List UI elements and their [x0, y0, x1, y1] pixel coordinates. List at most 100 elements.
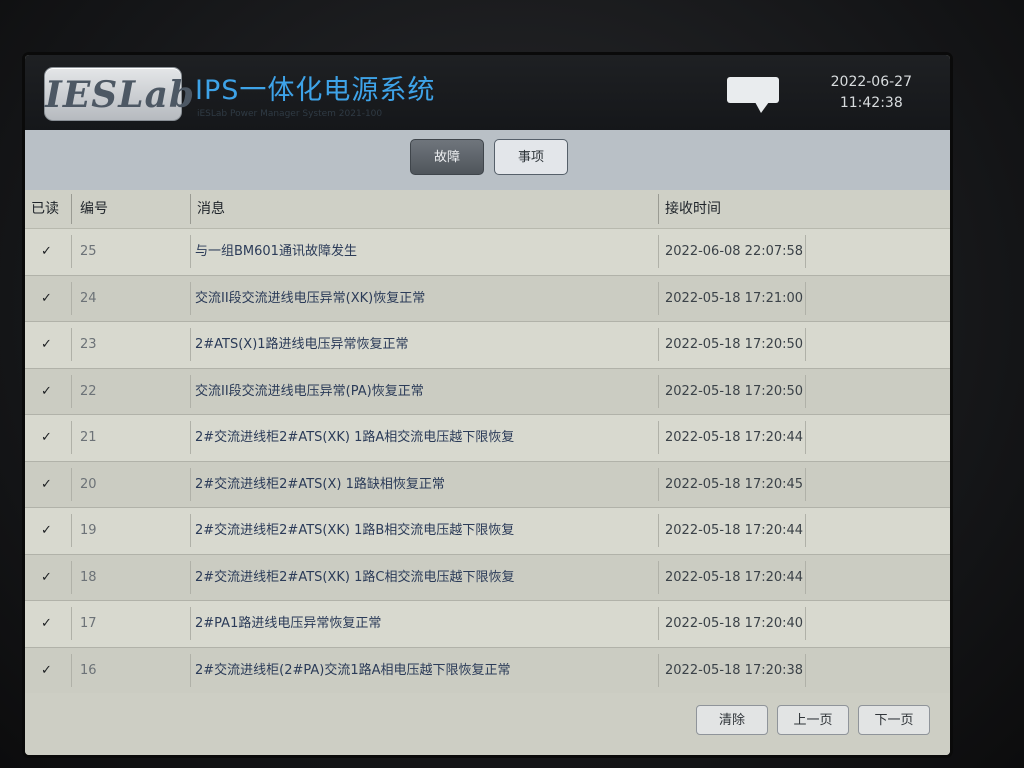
- row-number: 24: [80, 290, 97, 306]
- column-divider: [71, 194, 72, 224]
- read-check-icon: ✓: [41, 616, 52, 631]
- row-number: 20: [80, 476, 97, 492]
- row-divider: [71, 653, 72, 687]
- row-divider: [71, 374, 72, 408]
- row-divider: [805, 514, 806, 547]
- app-subtitle: iESLab Power Manager System 2021-100: [197, 109, 383, 119]
- table-row[interactable]: ✓ 20 2#交流进线柜2#ATS(X) 1路缺相恢复正常 2022-05-18…: [25, 461, 950, 508]
- read-check-icon: ✓: [41, 430, 52, 445]
- row-number: 25: [80, 244, 97, 259]
- row-divider: [71, 328, 72, 361]
- row-divider: [805, 374, 806, 408]
- table-row[interactable]: ✓ 19 2#交流进线柜2#ATS(XK) 1路B相交流电压越下限恢复 2022…: [25, 508, 950, 555]
- read-check-icon: ✓: [41, 290, 52, 306]
- clear-button[interactable]: 清除: [696, 705, 768, 735]
- ieslab-logo: IESLab: [44, 67, 194, 121]
- row-message: 2#交流进线柜2#ATS(XK) 1路B相交流电压越下限恢复: [195, 523, 515, 538]
- prev-page-button[interactable]: 上一页: [777, 705, 849, 735]
- table-row[interactable]: ✓ 23 2#ATS(X)1路进线电压异常恢复正常 2022-05-18 17:…: [25, 322, 950, 369]
- row-number: 19: [80, 523, 97, 538]
- row-divider: [71, 467, 72, 501]
- column-divider: [190, 194, 191, 224]
- row-divider: [805, 281, 806, 315]
- row-divider: [71, 560, 72, 594]
- row-message: 2#交流进线柜2#ATS(XK) 1路A相交流电压越下限恢复: [195, 430, 515, 445]
- row-divider: [190, 328, 191, 361]
- row-time: 2022-05-18 17:21:00: [665, 290, 804, 306]
- column-header-message: 消息: [197, 201, 225, 217]
- row-number: 17: [80, 616, 97, 631]
- speech-bubble-icon[interactable]: [725, 75, 781, 115]
- row-divider: [71, 514, 72, 547]
- row-divider: [658, 607, 659, 640]
- row-divider: [190, 607, 191, 640]
- row-message: 2#交流进线柜2#ATS(XK) 1路C相交流电压越下限恢复: [195, 569, 515, 585]
- row-number: 23: [80, 337, 97, 352]
- row-divider: [190, 421, 191, 454]
- read-check-icon: ✓: [41, 244, 52, 259]
- read-check-icon: ✓: [41, 476, 52, 492]
- row-message: 交流II段交流进线电压异常(XK)恢复正常: [195, 290, 426, 306]
- row-divider: [658, 235, 659, 268]
- clock-date: 2022-06-27: [830, 74, 912, 90]
- row-time: 2022-05-18 17:20:44: [665, 569, 804, 585]
- row-divider: [805, 328, 806, 361]
- row-time: 2022-05-18 17:20:50: [665, 337, 804, 352]
- row-divider: [658, 467, 659, 501]
- row-message: 2#PA1路进线电压异常恢复正常: [195, 616, 382, 631]
- row-divider: [190, 467, 191, 501]
- clock-time: 11:42:38: [839, 95, 903, 111]
- read-check-icon: ✓: [41, 337, 52, 352]
- table-row[interactable]: ✓ 18 2#交流进线柜2#ATS(XK) 1路C相交流电压越下限恢复 2022…: [25, 554, 950, 601]
- row-divider: [190, 653, 191, 687]
- row-time: 2022-05-18 17:20:50: [665, 383, 804, 399]
- row-divider: [805, 560, 806, 594]
- row-message: 2#ATS(X)1路进线电压异常恢复正常: [195, 337, 409, 352]
- row-divider: [190, 235, 191, 268]
- next-page-button[interactable]: 下一页: [858, 705, 930, 735]
- row-time: 2022-05-18 17:20:44: [665, 430, 804, 445]
- row-number: 18: [80, 569, 97, 585]
- column-header-time: 接收时间: [665, 201, 721, 217]
- tab-fault[interactable]: 故障: [410, 139, 484, 175]
- row-divider: [71, 607, 72, 640]
- row-time: 2022-06-08 22:07:58: [665, 244, 804, 259]
- row-divider: [658, 421, 659, 454]
- table-row[interactable]: ✓ 21 2#交流进线柜2#ATS(XK) 1路A相交流电压越下限恢复 2022…: [25, 415, 950, 462]
- row-time: 2022-05-18 17:20:38: [665, 662, 804, 678]
- row-divider: [658, 374, 659, 408]
- row-divider: [805, 467, 806, 501]
- row-divider: [658, 328, 659, 361]
- row-divider: [71, 281, 72, 315]
- column-divider: [658, 194, 659, 224]
- row-divider: [658, 281, 659, 315]
- alarm-table: 已读 编号 消息 接收时间 ✓ 25 与一组BM601通讯故障发生 2022-0…: [25, 190, 950, 694]
- row-divider: [71, 235, 72, 268]
- row-divider: [190, 374, 191, 408]
- row-divider: [805, 235, 806, 268]
- table-row[interactable]: ✓ 22 交流II段交流进线电压异常(PA)恢复正常 2022-05-18 17…: [25, 368, 950, 415]
- table-row[interactable]: ✓ 17 2#PA1路进线电压异常恢复正常 2022-05-18 17:20:4…: [25, 601, 950, 648]
- table-row[interactable]: ✓ 25 与一组BM601通讯故障发生 2022-06-08 22:07:58: [25, 229, 950, 276]
- tab-event[interactable]: 事项: [494, 139, 568, 175]
- table-row[interactable]: ✓ 24 交流II段交流进线电压异常(XK)恢复正常 2022-05-18 17…: [25, 275, 950, 322]
- row-divider: [190, 514, 191, 547]
- footer-bar: 清除 上一页 下一页: [25, 693, 950, 755]
- read-check-icon: ✓: [41, 662, 52, 678]
- row-number: 21: [80, 430, 97, 445]
- row-time: 2022-05-18 17:20:44: [665, 523, 804, 538]
- row-number: 22: [80, 383, 97, 399]
- column-header-number: 编号: [80, 201, 108, 217]
- row-divider: [71, 421, 72, 454]
- tab-bar: 故障 事项: [25, 130, 950, 190]
- row-divider: [658, 560, 659, 594]
- row-divider: [658, 653, 659, 687]
- table-header: 已读 编号 消息 接收时间: [25, 190, 950, 229]
- row-message: 2#交流进线柜(2#PA)交流1路A相电压越下限恢复正常: [195, 662, 511, 678]
- row-message: 交流II段交流进线电压异常(PA)恢复正常: [195, 383, 424, 399]
- table-row[interactable]: ✓ 16 2#交流进线柜(2#PA)交流1路A相电压越下限恢复正常 2022-0…: [25, 647, 950, 694]
- row-message: 与一组BM601通讯故障发生: [195, 244, 357, 259]
- row-divider: [658, 514, 659, 547]
- read-check-icon: ✓: [41, 569, 52, 585]
- app-title: IPS一体化电源系统: [195, 75, 436, 106]
